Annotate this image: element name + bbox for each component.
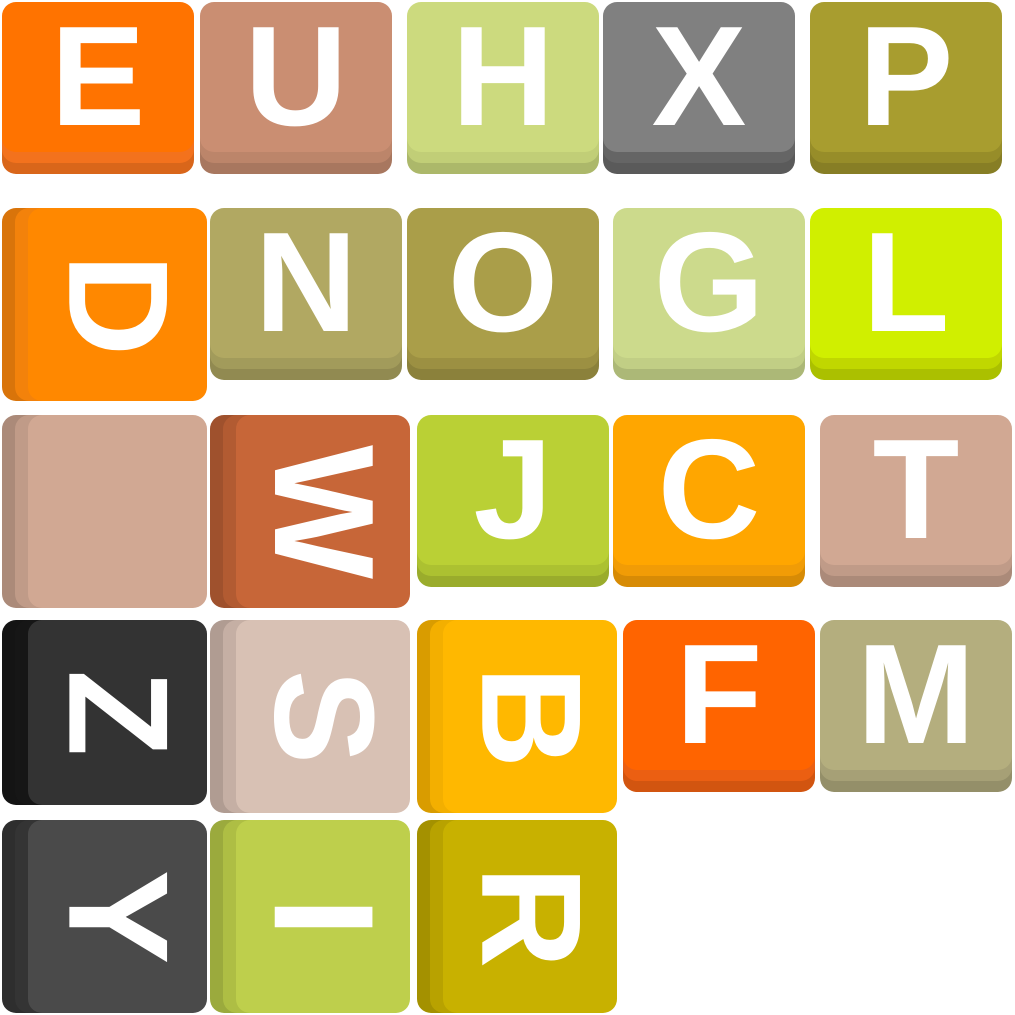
tile-letter: W: [244, 444, 403, 579]
letter-tile[interactable]: P: [810, 2, 1002, 174]
letter-tile[interactable]: T: [820, 415, 1012, 587]
tile-letter: I: [243, 896, 403, 937]
tile-face: I: [236, 820, 410, 1013]
tile-face: H: [407, 2, 599, 152]
letter-tile[interactable]: [2, 415, 207, 608]
tile-face: F: [623, 620, 815, 770]
tile-letter: D: [38, 253, 198, 356]
letter-tile[interactable]: Z: [2, 620, 207, 805]
tile-letter: S: [244, 669, 403, 764]
letter-tile[interactable]: O: [407, 208, 599, 380]
tile-face: M: [820, 620, 1012, 770]
tile-letter: C: [657, 415, 761, 565]
letter-tile[interactable]: W: [210, 415, 410, 608]
letter-tile[interactable]: U: [200, 2, 392, 174]
tile-letter: B: [451, 665, 610, 768]
tile-face: X: [603, 2, 795, 152]
tile-letter: M: [856, 620, 976, 770]
tile-letter: E: [50, 2, 146, 152]
tile-face: Z: [28, 620, 207, 805]
tile-face: U: [200, 2, 392, 152]
tile-letter: X: [651, 2, 747, 152]
letter-tile[interactable]: G: [613, 208, 805, 380]
letter-tile[interactable]: C: [613, 415, 805, 587]
tile-face: J: [417, 415, 609, 565]
tile-letter: J: [473, 415, 553, 565]
letter-tile[interactable]: H: [407, 2, 599, 174]
tile-letter: L: [862, 208, 950, 358]
tile-face: D: [28, 208, 207, 401]
letter-tile[interactable]: S: [210, 620, 410, 813]
tile-face: O: [407, 208, 599, 358]
tile-letter: T: [872, 415, 960, 565]
tile-face: S: [236, 620, 410, 813]
letter-tile[interactable]: J: [417, 415, 609, 587]
tile-face: G: [613, 208, 805, 358]
tile-face: N: [210, 208, 402, 358]
tile-letter: O: [447, 208, 559, 358]
letter-tile[interactable]: N: [210, 208, 402, 380]
tile-face: Y: [28, 820, 207, 1013]
letter-tile[interactable]: F: [623, 620, 815, 792]
tile-letter: H: [451, 2, 555, 152]
tile-face: W: [236, 415, 410, 608]
tile-face: C: [613, 415, 805, 565]
tile-letter: R: [451, 865, 610, 968]
tile-letter: N: [254, 208, 358, 358]
tile-face: [28, 415, 207, 608]
tile-letter: G: [653, 208, 765, 358]
letter-tile[interactable]: D: [2, 208, 207, 401]
tile-letter: Z: [38, 669, 198, 756]
letter-tile[interactable]: Y: [2, 820, 207, 1013]
tile-face: R: [443, 820, 617, 1013]
tile-face: E: [2, 2, 194, 152]
letter-tile[interactable]: R: [417, 820, 617, 1013]
letter-tile[interactable]: B: [417, 620, 617, 813]
tile-letter: P: [858, 2, 954, 152]
tile-letter: Y: [38, 869, 198, 964]
letter-tile[interactable]: E: [2, 2, 194, 174]
tile-letter: F: [675, 620, 763, 770]
letter-tile[interactable]: L: [810, 208, 1002, 380]
tile-face: P: [810, 2, 1002, 152]
letter-tile[interactable]: X: [603, 2, 795, 174]
tile-face: B: [443, 620, 617, 813]
tile-face: L: [810, 208, 1002, 358]
letter-tile[interactable]: I: [210, 820, 410, 1013]
tile-letter: U: [244, 2, 348, 152]
letter-board: EUHXP DNOGL WJCT ZSBFM Y I R: [0, 0, 1015, 1015]
letter-tile[interactable]: M: [820, 620, 1012, 792]
tile-face: T: [820, 415, 1012, 565]
